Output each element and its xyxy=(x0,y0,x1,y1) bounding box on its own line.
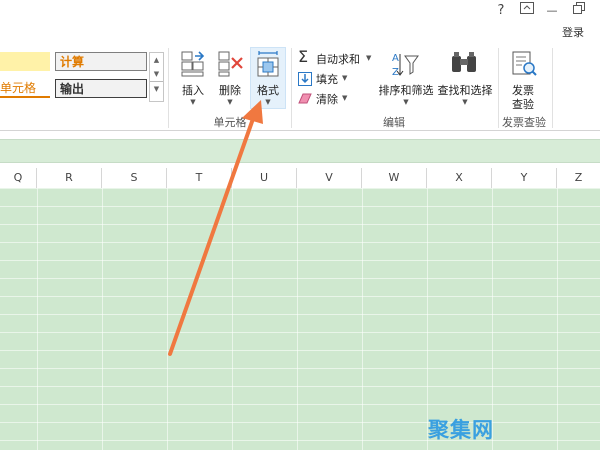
sort-filter-icon: A Z xyxy=(392,53,419,78)
title-bar: ? — xyxy=(0,0,600,22)
find-select-label: 查找和选择 xyxy=(437,84,493,97)
scroll-up-icon[interactable]: ▲ xyxy=(150,53,163,67)
help-button[interactable]: ? xyxy=(490,2,512,20)
ribbon-display-options-icon[interactable] xyxy=(516,2,538,20)
autosum-button[interactable]: Σ 自动求和 ▼ xyxy=(296,47,376,68)
style-swatch-yellow[interactable] xyxy=(0,52,50,71)
delete-cells-icon xyxy=(218,51,243,77)
separator xyxy=(291,48,292,128)
chevron-down-icon: ▼ xyxy=(227,98,233,106)
restore-window-icon[interactable] xyxy=(568,2,590,20)
separator xyxy=(168,48,169,128)
gallery-more-icon[interactable]: ▼ xyxy=(150,81,163,96)
invoice-search-icon xyxy=(512,51,537,76)
ribbon: 计算 单元格 输出 ▲ ▼ ▼ 插入 ▼ 删除 ▼ 格式 ▼ 单元格 Σ 自动求… xyxy=(0,44,600,131)
separator xyxy=(552,48,553,128)
invoice-group-label: 发票查验 xyxy=(502,116,546,129)
column-header-row: Q R S T U V W X Y Z xyxy=(0,168,600,189)
sort-filter-label: 排序和筛选 xyxy=(378,84,434,97)
worksheet-grid[interactable] xyxy=(0,188,600,450)
fill-button[interactable]: 填充 ▼ xyxy=(296,70,356,88)
column-header[interactable]: X xyxy=(427,168,492,188)
sort-filter-button[interactable]: A Z 排序和筛选 ▼ xyxy=(378,48,434,110)
column-header[interactable]: V xyxy=(297,168,362,188)
column-header[interactable]: Y xyxy=(492,168,557,188)
clear-label: 清除 xyxy=(316,93,338,106)
find-select-button[interactable]: 查找和选择 ▼ xyxy=(436,48,494,110)
fill-down-icon xyxy=(298,72,312,86)
insert-cells-icon xyxy=(181,51,205,77)
column-header[interactable]: Z xyxy=(557,168,600,188)
column-header[interactable]: T xyxy=(167,168,232,188)
svg-text:A: A xyxy=(392,53,399,64)
editing-group-label: 编辑 xyxy=(383,116,405,129)
chevron-down-icon: ▼ xyxy=(462,98,468,106)
column-header[interactable]: U xyxy=(232,168,297,188)
column-header[interactable]: S xyxy=(102,168,167,188)
clear-button[interactable]: 清除 ▼ xyxy=(296,90,356,108)
chevron-down-icon: ▼ xyxy=(190,98,196,106)
delete-label: 删除 xyxy=(219,84,241,97)
format-label: 格式 xyxy=(257,84,279,97)
invoice-check-button[interactable]: 发票 查验 xyxy=(502,48,544,111)
login-link[interactable]: 登录 xyxy=(562,24,584,40)
cells-group-label: 单元格 xyxy=(213,116,247,129)
chevron-down-icon: ▼ xyxy=(265,98,271,106)
chevron-down-icon: ▼ xyxy=(403,98,409,106)
column-header[interactable]: R xyxy=(37,168,102,188)
style-output[interactable]: 输出 xyxy=(55,79,147,98)
binoculars-icon xyxy=(452,52,476,72)
chevron-down-icon: ▼ xyxy=(366,54,372,62)
fill-label: 填充 xyxy=(316,73,338,86)
autosum-label: 自动求和 xyxy=(316,53,360,66)
chevron-down-icon: ▼ xyxy=(342,74,348,82)
column-header[interactable]: Q xyxy=(0,168,37,188)
column-header[interactable]: W xyxy=(362,168,427,188)
watermark-logo: 聚集网 xyxy=(428,418,494,442)
scroll-down-icon[interactable]: ▼ xyxy=(150,67,163,81)
chevron-down-icon: ▼ xyxy=(342,94,348,102)
format-button[interactable]: 格式 ▼ xyxy=(250,47,286,109)
formula-bar[interactable] xyxy=(0,139,600,163)
style-calc[interactable]: 计算 xyxy=(55,52,147,71)
eraser-icon xyxy=(298,93,312,104)
style-gallery-scroller[interactable]: ▲ ▼ ▼ xyxy=(149,52,164,102)
insert-label: 插入 xyxy=(182,84,204,97)
minimize-button[interactable]: — xyxy=(541,2,563,20)
delete-button[interactable]: 删除 ▼ xyxy=(214,48,246,108)
invoice-check-label-line2: 查验 xyxy=(512,98,534,111)
insert-button[interactable]: 插入 ▼ xyxy=(177,48,209,108)
style-linked-cell[interactable]: 单元格 xyxy=(0,79,50,98)
format-cells-icon xyxy=(257,51,279,77)
sigma-icon: Σ xyxy=(298,47,309,66)
